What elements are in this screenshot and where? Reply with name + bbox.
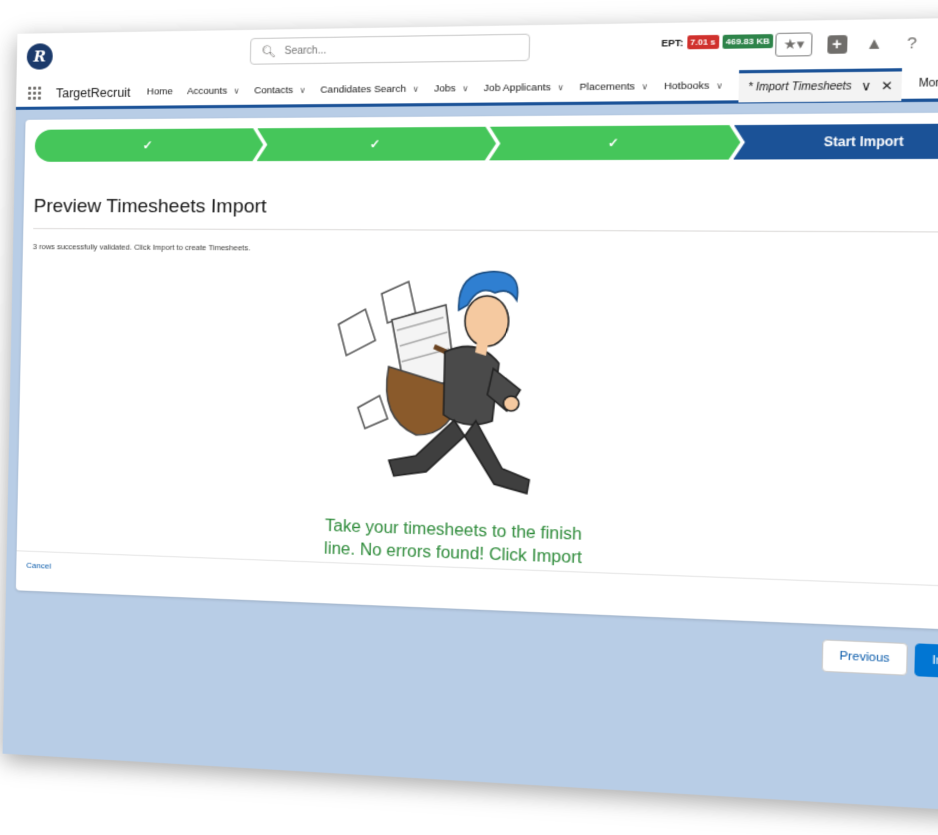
import-button[interactable]: Import <box>914 643 938 680</box>
progress-path: ✓ ✓ ✓ Start Import <box>35 123 938 162</box>
nav-item-candidates-search[interactable]: Candidates Search ∨ <box>320 83 419 96</box>
tab-label: * Import Timesheets <box>748 80 852 94</box>
help-question-icon[interactable]: ? <box>899 31 926 55</box>
nav-item-contacts[interactable]: Contacts ∨ <box>254 85 306 97</box>
global-search[interactable]: 🔍︎ <box>249 33 531 65</box>
ept-time-badge: 7.01 s <box>686 34 720 50</box>
check-icon: ✓ <box>369 136 381 152</box>
path-step-2[interactable]: ✓ <box>257 127 497 161</box>
title-divider <box>33 228 938 233</box>
nav-more-menu[interactable]: More ▼ <box>919 77 938 90</box>
step-label: Start Import <box>823 133 904 150</box>
chevron-down-icon[interactable]: ∨ <box>299 86 305 95</box>
page-title: Preview Timesheets Import <box>33 195 267 218</box>
chevron-down-icon[interactable]: ∨ <box>716 81 723 91</box>
chevron-down-icon[interactable]: ∨ <box>861 78 872 93</box>
tab-import-timesheets[interactable]: * Import Timesheets ∨ ✕ <box>738 67 903 102</box>
app-launcher-grid-icon[interactable] <box>27 86 42 100</box>
screenshot-stage: R 🔍︎ EPT: 7.01 s 469.83 KB ★▾ + ▲ ? ⚙ 🔔︎… <box>0 0 938 835</box>
validation-status-text: 3 rows successfully validated. Click Imp… <box>32 242 251 253</box>
app-logo[interactable]: R <box>26 43 53 70</box>
chevron-down-icon[interactable]: ∨ <box>642 82 649 92</box>
global-actions-plus-icon[interactable]: + <box>824 32 850 56</box>
trailhead-icon[interactable]: ▲ <box>861 31 887 55</box>
favorites-star-icon[interactable]: ★▾ <box>775 32 813 57</box>
chevron-down-icon[interactable]: ∨ <box>233 86 239 95</box>
nav-item-home[interactable]: Home <box>147 86 173 97</box>
nav-item-job-applicants[interactable]: Job Applicants ∨ <box>484 82 565 94</box>
chevron-down-icon[interactable]: ∨ <box>462 84 469 94</box>
chevron-down-icon[interactable]: ∨ <box>413 84 419 93</box>
import-wizard-card: ✓ ✓ ✓ Start Import Preview Timesheets Im… <box>15 112 938 632</box>
nav-item-hotbooks[interactable]: Hotbooks ∨ <box>664 80 723 92</box>
nav-item-placements[interactable]: Placements ∨ <box>579 81 648 93</box>
previous-button[interactable]: Previous <box>821 639 908 676</box>
nav-item-jobs[interactable]: Jobs ∨ <box>434 83 469 95</box>
check-icon: ✓ <box>142 138 153 153</box>
path-step-1[interactable]: ✓ <box>35 128 264 162</box>
search-input[interactable] <box>282 40 512 58</box>
runner-head <box>458 271 518 356</box>
nav-item-accounts[interactable]: Accounts ∨ <box>187 85 240 98</box>
check-icon: ✓ <box>607 135 620 151</box>
path-step-start-import[interactable]: Start Import <box>733 123 938 159</box>
path-step-3[interactable]: ✓ <box>489 125 741 160</box>
close-icon[interactable]: ✕ <box>881 78 893 93</box>
app-name: TargetRecruit <box>55 85 131 100</box>
header-utility-icons: ★▾ + ▲ ? ⚙ 🔔︎ ☺ <box>775 23 938 62</box>
search-icon: 🔍︎ <box>261 45 277 58</box>
plus-icon: + <box>826 34 847 54</box>
footer-actions: Previous Import <box>821 639 938 680</box>
running-man-with-timesheets-illustration <box>313 262 567 518</box>
salesforce-app-window: R 🔍︎ EPT: 7.01 s 469.83 KB ★▾ + ▲ ? ⚙ 🔔︎… <box>2 16 938 814</box>
ept-label: EPT: <box>661 37 684 49</box>
ept-size-badge: 469.83 KB <box>722 34 774 49</box>
cancel-link[interactable]: Cancel <box>26 561 51 571</box>
ept-indicator: EPT: 7.01 s 469.83 KB <box>661 34 774 50</box>
chevron-down-icon[interactable]: ∨ <box>557 83 564 93</box>
